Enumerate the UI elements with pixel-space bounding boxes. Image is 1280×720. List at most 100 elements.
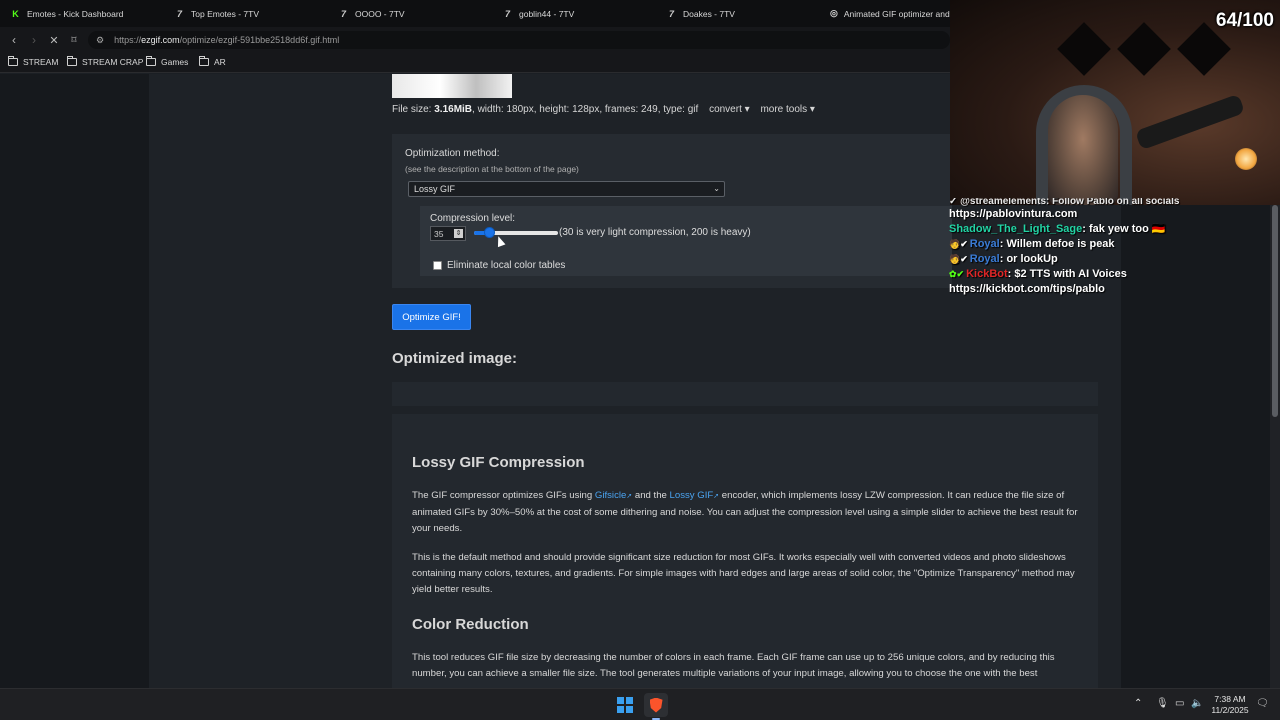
bookmark-label: Games	[161, 57, 189, 67]
text: and the	[632, 490, 670, 501]
tab-label: goblin44 - 7TV	[519, 8, 575, 19]
chevron-up-icon[interactable]: ⌃	[1134, 698, 1142, 709]
start-tile	[617, 706, 624, 713]
tab-label: Animated GIF optimizer and c	[843, 8, 950, 19]
lamp	[1235, 148, 1257, 170]
windows-taskbar: ⌃ 🎙 ▭ 🔈 7:38 AM 11/2/2025 🗨	[0, 688, 1280, 720]
chat-text: : or lookUp	[999, 253, 1058, 265]
url-scheme: https://	[114, 35, 142, 45]
chat-username: Royal	[969, 238, 1000, 250]
more-tools-dropdown[interactable]: more tools ▾	[760, 104, 814, 115]
folder-icon	[146, 56, 156, 66]
compression-level-value: 35	[434, 228, 444, 239]
brave-browser-icon[interactable]	[644, 693, 668, 717]
notifications-icon[interactable]: 🗨	[1256, 698, 1269, 709]
compression-hint: (30 is very light compression, 200 is he…	[559, 227, 751, 238]
compression-level-input[interactable]: 35 ⇕	[430, 226, 466, 241]
bookmark-ar[interactable]: AR	[199, 56, 226, 67]
optimization-method-label: Optimization method:	[405, 148, 500, 159]
bookmarks-bar: STREAM STREAM CRAP Games AR	[0, 53, 950, 73]
7tv-icon: 7	[340, 8, 346, 19]
clock[interactable]: 7:38 AM 11/2/2025	[1208, 694, 1252, 716]
file-info: File size: 3.16MiB, width: 180px, height…	[392, 104, 815, 115]
spinner-icon[interactable]: ⇕	[454, 229, 463, 238]
url-path: /optimize/ezgif-591bbe2518dd6f.gif.html	[179, 35, 340, 45]
lossy-compression-heading: Lossy GIF Compression	[412, 454, 585, 471]
tab-doakes[interactable]: 7 Doakes - 7TV	[666, 0, 816, 27]
chat-line: 🧑✔ Royal: or lookUp	[949, 252, 1269, 267]
eliminate-color-tables-checkbox[interactable]	[433, 261, 442, 270]
microphone	[1134, 93, 1246, 151]
stop-loading-icon[interactable]: ✕	[46, 32, 62, 48]
url-field[interactable]: ⚙ https://ezgif.com/optimize/ezgif-591bb…	[88, 31, 950, 49]
url-domain: ezgif.com	[141, 35, 180, 45]
convert-dropdown[interactable]: convert ▾	[709, 104, 750, 115]
tab-top-emotes[interactable]: 7 Top Emotes - 7TV	[174, 0, 324, 27]
badge-icon: 🧑✔	[949, 239, 968, 249]
tab-ezgif[interactable]: ◎ Animated GIF optimizer and c	[830, 0, 950, 27]
tab-goblin44[interactable]: 7 goblin44 - 7TV	[502, 0, 652, 27]
webcam-overlay: 64/100	[950, 0, 1280, 205]
chat-text: : Willem defoe is peak	[999, 238, 1115, 250]
lossy-paragraph-1: The GIF compressor optimizes GIFs using …	[412, 488, 1082, 537]
7tv-icon: 7	[668, 8, 674, 19]
page-scrollbar-thumb[interactable]	[1272, 205, 1278, 417]
microphone-icon[interactable]: 🎙	[1156, 698, 1169, 709]
folder-icon	[8, 56, 18, 66]
goal-counter: 64/100	[1215, 10, 1274, 31]
chat-line-cut: ✓ @streamelements: Follow Pablo on all s…	[949, 198, 1180, 207]
eliminate-color-tables-label: Eliminate local color tables	[447, 260, 566, 271]
bookmark-games[interactable]: Games	[146, 56, 189, 67]
windows-start-icon[interactable]	[617, 697, 633, 713]
acoustic-panel	[1057, 22, 1111, 76]
chat-text: https://pablovintura.com	[949, 208, 1078, 220]
bookmark-icon[interactable]: ⌑	[66, 32, 82, 48]
eliminate-color-tables-option[interactable]: Eliminate local color tables	[433, 260, 565, 271]
file-details: , width: 180px, height: 128px, frames: 2…	[472, 104, 699, 115]
volume-icon[interactable]: 🔈	[1191, 698, 1203, 709]
clock-date: 11/2/2025	[1211, 705, 1249, 715]
file-size-value: 3.16MiB	[434, 104, 473, 115]
tab-label: Top Emotes - 7TV	[191, 8, 260, 19]
site-settings-icon[interactable]: ⚙	[96, 35, 104, 46]
chat-text: : fak yew too 🇩🇪	[1082, 223, 1166, 235]
lossy-gif-link[interactable]: Lossy GIF	[670, 490, 714, 501]
badge-icon: 🧑✔	[949, 254, 968, 264]
compression-slider-thumb[interactable]	[483, 227, 495, 238]
start-tile	[626, 706, 633, 713]
back-icon[interactable]: ‹	[6, 32, 22, 48]
start-tile	[617, 697, 624, 704]
bookmark-stream-crap[interactable]: STREAM CRAP	[67, 56, 144, 67]
tab-oooo[interactable]: 7 OOOO - 7TV	[338, 0, 488, 27]
ezgif-icon: ◎	[830, 8, 838, 18]
chat-line: https://kickbot.com/tips/pablo	[949, 282, 1269, 297]
network-icon[interactable]: ▭	[1175, 698, 1184, 709]
bookmark-label: AR	[214, 57, 226, 67]
tab-label: Doakes - 7TV	[683, 8, 735, 19]
folder-icon	[67, 56, 77, 66]
bookmark-stream[interactable]: STREAM	[8, 56, 58, 67]
chat-username: Royal	[969, 253, 1000, 265]
gif-preview-image	[392, 74, 512, 98]
kick-icon: K	[12, 8, 19, 19]
color-reduction-paragraph: This tool reduces GIF file size by decre…	[412, 652, 1055, 679]
text: The GIF compressor optimizes GIFs using	[412, 490, 595, 501]
address-bar-row: ‹ › ✕ ⌑ ⚙ https://ezgif.com/optimize/ezg…	[0, 27, 950, 53]
forward-icon[interactable]: ›	[26, 32, 42, 48]
optimize-gif-button[interactable]: Optimize GIF!	[392, 304, 471, 330]
chat-line: ✿✔ KickBot: $2 TTS with AI Voices	[949, 267, 1269, 282]
tab-kick-dashboard[interactable]: K Emotes - Kick Dashboard	[10, 0, 160, 27]
color-reduction-heading: Color Reduction	[412, 616, 529, 633]
gifsicle-link[interactable]: Gifsicle	[595, 490, 626, 501]
optimization-method-select[interactable]: Lossy GIF ⌄	[408, 181, 725, 197]
chat-line: Shadow_The_Light_Sage: fak yew too 🇩🇪	[949, 222, 1269, 237]
chat-username: Shadow_The_Light_Sage	[949, 223, 1083, 235]
file-size-label: File size:	[392, 104, 435, 115]
acoustic-panel	[1117, 22, 1171, 76]
browser-tab-bar: K Emotes - Kick Dashboard 7 Top Emotes -…	[0, 0, 950, 27]
7tv-icon: 7	[176, 8, 182, 19]
compression-level-label: Compression level:	[430, 213, 516, 224]
chat-username: KickBot	[966, 268, 1008, 280]
bookmark-label: STREAM CRAP	[82, 57, 144, 67]
tab-label: OOOO - 7TV	[355, 8, 405, 19]
